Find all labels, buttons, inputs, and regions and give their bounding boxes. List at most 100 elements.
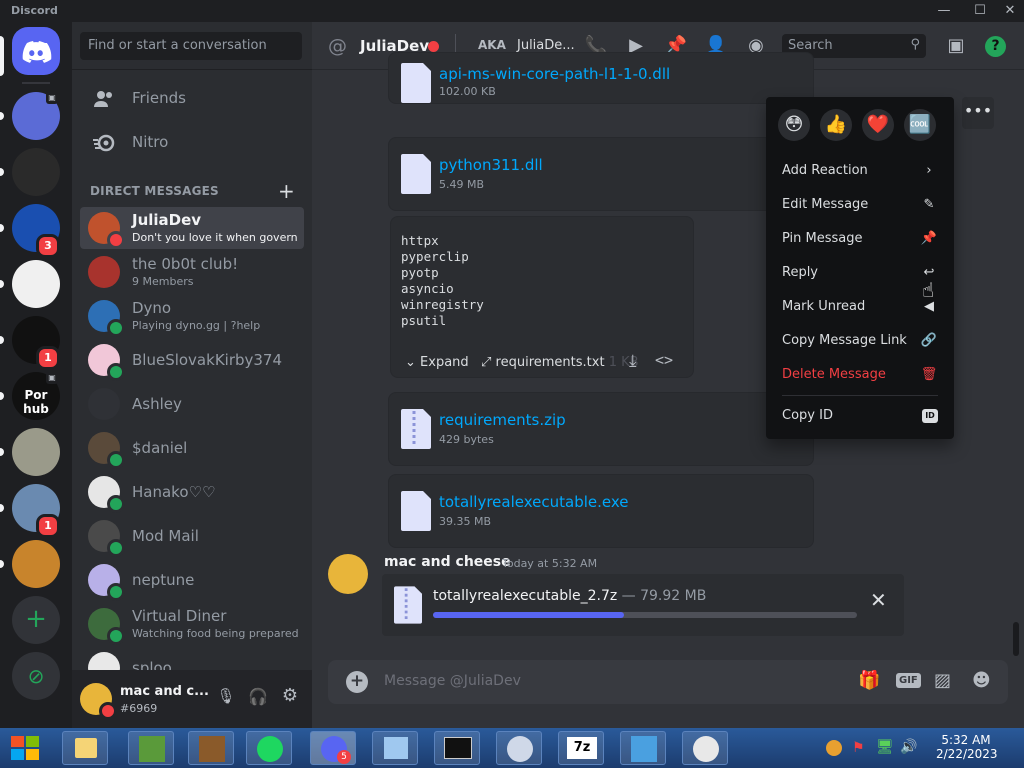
attachment-card[interactable]: api-ms-win-core-path-l1-1-0.dll 102.00 K… <box>388 52 814 104</box>
clock[interactable]: 5:32 AM 2/22/2023 <box>936 733 998 761</box>
inbox-icon[interactable]: ▣ <box>944 34 968 58</box>
attachment-card[interactable]: python311.dll 5.49 MB <box>388 137 814 211</box>
crafting-table-taskbar-button[interactable] <box>188 731 234 765</box>
file-explorer-taskbar-button[interactable] <box>62 731 108 765</box>
dm-item[interactable]: Ashley <box>80 383 304 425</box>
quick-reaction-button[interactable]: 🆒 <box>904 109 936 141</box>
7zip-taskbar-button[interactable]: 7z <box>558 731 604 765</box>
attachment-card[interactable]: requirements.zip 429 bytes <box>388 392 814 466</box>
menu-item[interactable]: Edit Message ✎ <box>774 189 946 221</box>
sidebar-item-friends[interactable]: Friends <box>80 78 304 120</box>
taskbar-badge: 5 <box>337 750 351 764</box>
maximize-button[interactable]: ☐ <box>968 2 992 20</box>
add-server-button[interactable]: + <box>12 596 60 644</box>
code-content: httpx pyperclip pyotp asyncio winregistr… <box>401 233 484 328</box>
remote-desktop-taskbar-button[interactable] <box>372 731 418 765</box>
network-icon <box>631 736 657 762</box>
menu-item[interactable]: Add Reaction › <box>774 155 946 187</box>
add-attachment-button[interactable]: + <box>346 671 368 693</box>
dm-item[interactable]: neptune <box>80 559 304 601</box>
attachment-name[interactable]: python311.dll <box>439 156 543 174</box>
unread-indicator <box>0 560 4 568</box>
gift-icon[interactable]: 🎁 <box>858 670 880 691</box>
find-conversation-button[interactable]: Find or start a conversation <box>80 32 302 60</box>
menu-item[interactable]: Copy Message Link 🔗 <box>774 325 946 357</box>
quick-reaction-button[interactable]: 😳 <box>778 109 810 141</box>
menu-item[interactable]: Reply ↩ <box>774 257 946 289</box>
menu-item[interactable]: Mark Unread ◀ <box>774 291 946 323</box>
dm-item[interactable]: Dyno Playing dyno.gg | ?help <box>80 295 304 337</box>
menu-item[interactable]: Pin Message 📌 <box>774 223 946 255</box>
paint-taskbar-button[interactable] <box>682 731 728 765</box>
volume-icon[interactable]: 🔊 <box>900 739 917 755</box>
discord-taskbar-button[interactable]: 5 <box>310 731 356 765</box>
scrollbar-thumb[interactable] <box>1013 622 1019 656</box>
username[interactable]: mac and c... <box>120 684 209 699</box>
dm-item[interactable]: Mod Mail <box>80 515 304 557</box>
help-icon[interactable]: ? <box>985 36 1006 57</box>
direct-messages-heading: DIRECT MESSAGES <box>90 184 219 198</box>
minimize-button[interactable]: — <box>932 2 956 20</box>
server-icon[interactable] <box>12 428 60 476</box>
flag-icon[interactable]: ⚑ <box>852 740 865 756</box>
network-taskbar-button[interactable] <box>620 731 666 765</box>
menu-item[interactable]: Delete Message 🗑 <box>774 359 946 391</box>
menu-item-label: Copy ID <box>782 408 833 423</box>
unread-indicator <box>0 392 4 400</box>
start-button[interactable] <box>6 732 44 764</box>
app-taskbar-button[interactable] <box>496 731 542 765</box>
sidebar-divider <box>72 69 312 70</box>
aka-name[interactable]: JuliaDe... <box>517 38 575 53</box>
message-author[interactable]: mac and cheese <box>384 554 511 570</box>
menu-item-icon: 🔗 <box>920 333 938 348</box>
home-button[interactable] <box>12 27 60 75</box>
create-dm-button[interactable]: + <box>278 179 295 203</box>
attachment-name[interactable]: totallyrealexecutable.exe <box>439 493 629 511</box>
server-icon[interactable] <box>12 148 60 196</box>
server-icon[interactable] <box>12 540 60 588</box>
expand-button[interactable]: ⌄ Expand <box>405 355 469 370</box>
emoji-icon[interactable]: ☻ <box>972 670 991 691</box>
attachment-name[interactable]: requirements.zip <box>439 411 566 429</box>
sidebar-item-nitro[interactable]: Nitro <box>80 122 304 164</box>
menu-item-label: Mark Unread <box>782 299 866 314</box>
close-button[interactable]: ✕ <box>998 2 1022 20</box>
attachment-card[interactable]: totallyrealexecutable.exe 39.35 MB <box>388 474 814 548</box>
network-status-icon[interactable]: 🖥 <box>876 739 894 755</box>
quick-reaction-button[interactable]: ❤️ <box>862 109 894 141</box>
more-options-button[interactable]: ••• <box>962 97 994 129</box>
headphones-icon[interactable]: 🎧 <box>246 687 270 711</box>
dm-item[interactable]: JuliaDev Don't you love it when govern... <box>80 207 304 249</box>
dm-item[interactable]: the 0b0t club! 9 Members <box>80 251 304 293</box>
download-icon[interactable]: ⤓ <box>629 351 637 371</box>
minecraft-taskbar-button[interactable] <box>128 731 174 765</box>
dm-item[interactable]: Virtual Diner Watching food being prepare… <box>80 603 304 645</box>
view-code-icon[interactable]: <> <box>655 351 673 369</box>
crafting-table-icon <box>199 736 225 762</box>
dm-item[interactable]: BlueSlovakKirby374 <box>80 339 304 381</box>
message-input[interactable]: Message @JuliaDev <box>384 673 521 689</box>
terminal-taskbar-button[interactable] <box>434 731 480 765</box>
dm-item[interactable]: $daniel <box>80 427 304 469</box>
avatar[interactable] <box>328 554 368 594</box>
upload-file-name: totallyrealexecutable_2.7z — 79.92 MB <box>433 588 706 604</box>
status-indicator <box>107 539 125 557</box>
unread-indicator <box>0 224 4 232</box>
gear-icon[interactable]: ⚙ <box>278 685 302 709</box>
explore-servers-button[interactable]: ⊘ <box>12 652 60 700</box>
gif-button[interactable]: GIF <box>896 673 921 688</box>
server-icon[interactable] <box>12 260 60 308</box>
status-indicator <box>107 627 125 645</box>
quick-reaction-button[interactable]: 👍 <box>820 109 852 141</box>
menu-item-label: Pin Message <box>782 231 863 246</box>
spotify-taskbar-button[interactable] <box>246 731 292 765</box>
dm-item[interactable]: Hanako♡♡ <box>80 471 304 513</box>
unread-indicator <box>0 336 4 344</box>
show-hidden-icons[interactable] <box>826 740 842 756</box>
menu-item[interactable]: Copy ID ID <box>774 400 946 432</box>
sticker-icon[interactable]: ▨ <box>934 670 951 691</box>
attachment-name[interactable]: api-ms-win-core-path-l1-1-0.dll <box>439 65 670 83</box>
cancel-upload-button[interactable]: ✕ <box>870 588 887 612</box>
code-file-name[interactable]: ⤢ requirements.txt 1 KB <box>481 355 639 370</box>
microphone-icon[interactable]: 🎙 <box>214 687 238 711</box>
